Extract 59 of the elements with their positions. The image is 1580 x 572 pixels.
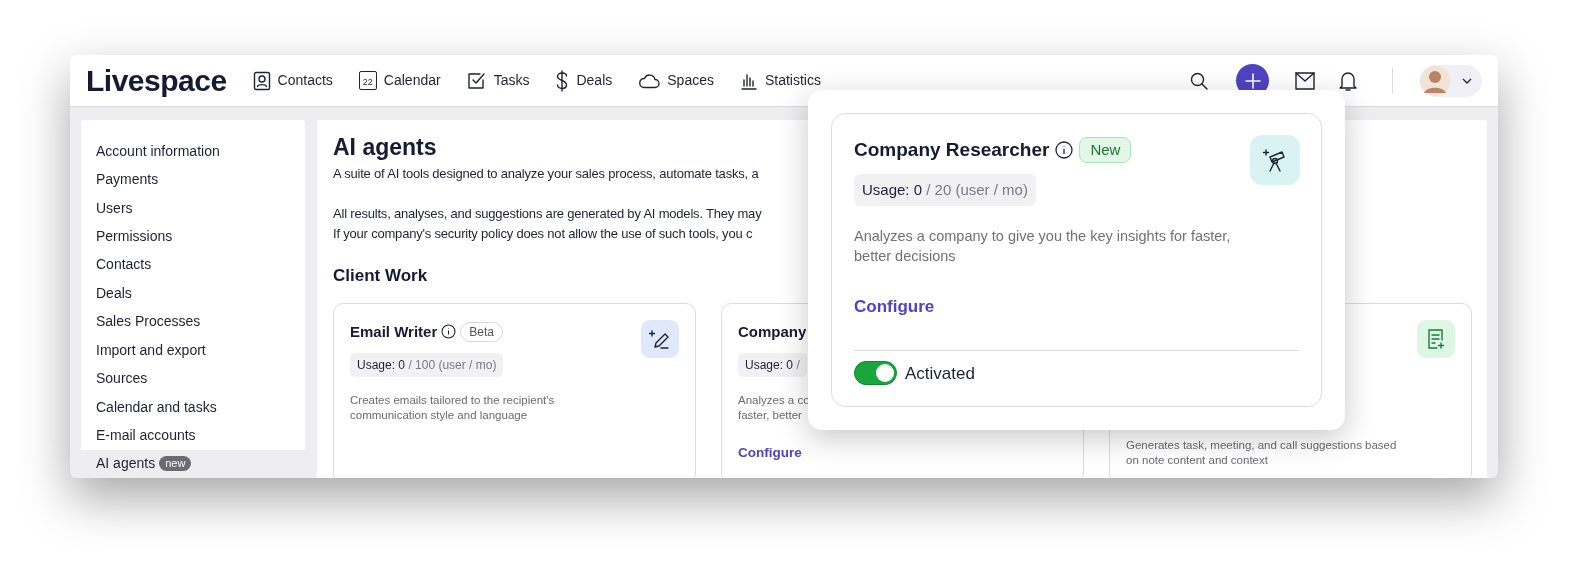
sidebar-item[interactable]: Calendar and tasks (81, 392, 305, 422)
sidebar-item[interactable]: Import and export (81, 335, 305, 365)
checkbox-icon (466, 70, 487, 91)
nav-link[interactable]: 22 Calendar (358, 70, 441, 91)
dollar-icon (555, 69, 570, 92)
usage-pill: Usage: 0 / 100 (user / mo) (350, 353, 504, 377)
intro-text: All results, analyses, and suggestions are generated by AI models. They may (333, 205, 762, 223)
sidebar-item[interactable]: Payments (81, 165, 305, 194)
card-description: Creates emails tailored to the recipient's (350, 393, 556, 408)
toggle-switch[interactable] (854, 361, 897, 386)
card-description: communication style and language (350, 408, 529, 423)
note-sparkle-icon (1417, 319, 1455, 358)
sidebar-item[interactable]: E-mail accounts (81, 421, 305, 450)
calendar-icon: 22 (358, 71, 377, 90)
mail-icon[interactable] (1294, 70, 1316, 91)
info-icon[interactable] (1055, 141, 1074, 160)
cloud-icon (638, 72, 661, 89)
nav-link[interactable]: Tasks (466, 70, 530, 91)
new-badge: new (159, 456, 192, 472)
contact-card-icon (252, 70, 271, 91)
bell-icon[interactable] (1338, 69, 1358, 92)
card-description: Generates task, meeting, and call suggestions based (1126, 437, 1398, 453)
intro-text: A suite of AI tools designed to analyze your sales process, automate tasks, a (333, 165, 759, 183)
sidebar-item[interactable]: Deals (81, 279, 305, 308)
card-title: Email Writer (350, 321, 438, 342)
configure-link[interactable]: Configure (738, 443, 1067, 464)
nav-link[interactable]: Deals (555, 69, 613, 92)
card-description: on note content and context (1126, 452, 1269, 468)
avatar-icon (1420, 65, 1450, 96)
toggle-label: Activated (905, 362, 975, 385)
sidebar-item[interactable]: Account information (81, 137, 305, 166)
usage-pill: Usage: 0 / (738, 353, 807, 377)
info-icon[interactable] (441, 324, 457, 340)
card-description: faster, better (738, 408, 803, 423)
card-title: Company Researcher (854, 138, 1050, 162)
card-title: Company (738, 321, 807, 342)
bar-chart-icon (739, 71, 758, 90)
logo[interactable]: Livespace (86, 65, 227, 96)
configure-link[interactable]: Configure (854, 294, 1299, 320)
new-badge: New (1079, 137, 1132, 164)
pencil-sparkle-icon (641, 319, 679, 358)
sidebar-item[interactable]: Users (81, 193, 305, 223)
account-menu-button[interactable] (1420, 64, 1482, 97)
telescope-icon (1250, 135, 1300, 185)
page-title: AI agents (333, 133, 437, 162)
nav-link[interactable]: Statistics (739, 70, 821, 91)
sidebar-item[interactable]: AI agents new (81, 449, 305, 478)
card-description: Analyzes a company to give you the key insights for faster, better decisions (854, 227, 1232, 266)
sidebar-item[interactable]: Permissions (81, 222, 305, 251)
nav-link[interactable]: Contacts (252, 70, 333, 91)
section-heading: Client Work (333, 265, 429, 287)
search-icon[interactable] (1189, 70, 1209, 91)
usage-pill: Usage: 0 / 20 (user / mo) (854, 173, 1036, 206)
sidebar-item[interactable]: Sources (81, 364, 305, 393)
sidebar-item[interactable]: Contacts (81, 250, 305, 280)
nav-link[interactable]: Spaces (638, 70, 714, 91)
intro-text: If your company's security policy does not allow the use of such tools, you c (333, 225, 753, 243)
sidebar-item[interactable]: Sales Processes (81, 307, 305, 336)
chevron-down-icon (1462, 77, 1472, 84)
